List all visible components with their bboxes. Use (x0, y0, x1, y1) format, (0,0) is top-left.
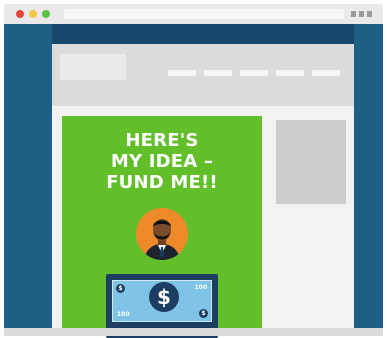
headline-line: FUND ME!! (106, 172, 218, 193)
headline-line: MY IDEA – (110, 151, 214, 172)
person-icon (136, 208, 188, 260)
bill-corner-symbol: $ (116, 284, 125, 293)
dollar-sign-icon: $ (149, 282, 179, 312)
browser-titlebar (4, 4, 383, 24)
headline: HERE'S MY IDEA – FUND ME!! (62, 130, 262, 193)
minimize-window-icon[interactable] (29, 10, 37, 18)
headline-line: HERE'S (125, 130, 199, 151)
site-logo[interactable] (60, 54, 126, 80)
nav-link[interactable] (240, 70, 268, 76)
address-bar[interactable] (64, 9, 344, 19)
browser-viewport: HERE'S MY IDEA – FUND ME!! $ 100 $ 100 $ (4, 24, 383, 338)
bill-corner-symbol: $ (199, 309, 208, 318)
crowdfunding-card: HERE'S MY IDEA – FUND ME!! $ 100 $ 100 $ (62, 116, 262, 338)
bill-face: $ 100 $ 100 $ (112, 280, 212, 322)
screen: HERE'S MY IDEA – FUND ME!! $ 100 $ 100 $ (0, 0, 387, 338)
website: HERE'S MY IDEA – FUND ME!! $ 100 $ 100 $ (52, 44, 354, 338)
bill-denomination: 100 (194, 284, 207, 291)
nav-link[interactable] (312, 70, 340, 76)
nav-link[interactable] (276, 70, 304, 76)
sidebar-image-placeholder (276, 120, 346, 204)
window-controls-icon (351, 11, 375, 17)
bill-denomination: 100 (117, 311, 130, 318)
close-window-icon[interactable] (16, 10, 24, 18)
nav-link[interactable] (204, 70, 232, 76)
site-top-strip (52, 24, 354, 44)
nav-link[interactable] (168, 70, 196, 76)
maximize-window-icon[interactable] (42, 10, 50, 18)
site-header (52, 44, 354, 106)
browser-bottom-bar (4, 328, 383, 336)
